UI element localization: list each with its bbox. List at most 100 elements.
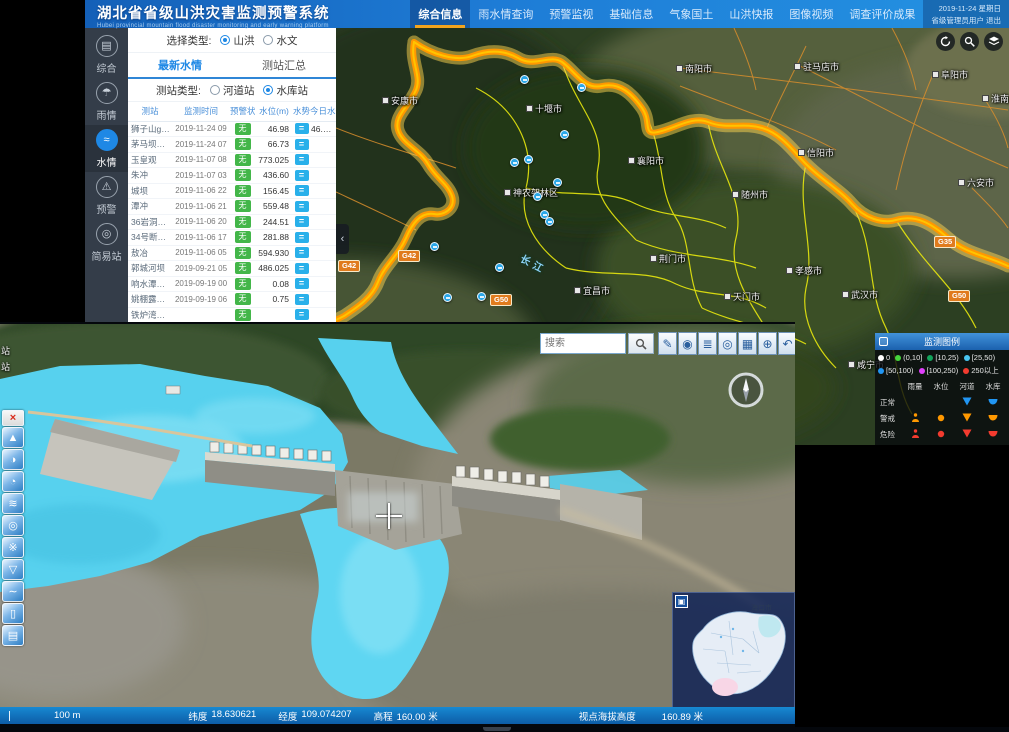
status-cell: 无 (230, 230, 255, 246)
wave-tool-icon[interactable]: ≋ (2, 493, 24, 514)
view-altitude-readout: 视点海拔高度 160.89 米 (579, 709, 703, 723)
profile-tool-icon[interactable]: ▯ (2, 603, 24, 624)
trend-steady-icon: = (295, 154, 309, 165)
table-row[interactable]: 34号断面水位2019-11-06 17无281.88= (128, 230, 336, 246)
close-viewer-button[interactable]: × (2, 410, 24, 426)
splash-tool-icon[interactable]: ※ (2, 537, 24, 558)
list-tool-icon[interactable]: ≣ (698, 332, 717, 355)
legend-header[interactable]: 监测图例 (875, 333, 1009, 350)
nav-item[interactable]: 基础信息 (601, 0, 661, 28)
eye-tool-icon[interactable]: ◎ (718, 332, 737, 355)
table-row[interactable]: 郭城河坝2019-09-21 05无486.025= (128, 261, 336, 277)
layers-icon[interactable] (984, 32, 1003, 51)
table-row[interactable]: 响水潭水库2019-09-19 00无0.08= (128, 276, 336, 292)
table-row[interactable]: 敖冶2019-11-06 05无594.930= (128, 245, 336, 261)
water-station-marker[interactable] (553, 178, 562, 187)
type-filter-option[interactable]: 山洪 (220, 33, 254, 48)
station-name-cell[interactable]: 姚棚露水库 (128, 292, 172, 308)
station-name-cell[interactable]: 朱冲 (128, 168, 172, 184)
viewer-3d-window[interactable]: 站站 ✎◉≣◎▦⊕↶ ×▲◑◔≋◎※▽∼▯▤ (0, 322, 795, 727)
sidebar-item-预警[interactable]: ⚠预警 (85, 172, 128, 219)
table-row[interactable]: 朱冲2019-11-07 03无436.60= (128, 168, 336, 184)
water-station-marker[interactable] (495, 263, 504, 272)
radio-off-icon[interactable] (263, 35, 273, 45)
station-name-cell[interactable]: 玉皇观 (128, 152, 172, 168)
nav-item[interactable]: 图像视频 (781, 0, 841, 28)
sidebar-item-综合[interactable]: ▤综合 (85, 31, 128, 78)
station-filter-option-label: 河道站 (223, 83, 255, 98)
station-name-cell[interactable]: 铁炉湾水库 (128, 307, 172, 323)
draw-chart-tool-icon[interactable]: ✎ (658, 332, 677, 355)
water-station-marker[interactable] (533, 192, 542, 201)
user-box[interactable]: 2019-11-24 星期日 省级管理员用户 退出 (923, 0, 1009, 28)
station-name-cell[interactable]: 郭城河坝 (128, 261, 172, 277)
station-name-cell[interactable]: 敖冶 (128, 245, 172, 261)
sidebar-item-水情[interactable]: ≈水情 (85, 125, 128, 172)
camera-tool-icon[interactable]: ◉ (678, 332, 697, 355)
globe-tool-icon[interactable]: ⊕ (758, 332, 777, 355)
nav-item[interactable]: 预警监视 (541, 0, 601, 28)
compass[interactable] (727, 371, 765, 409)
water-station-marker[interactable] (477, 292, 486, 301)
station-filter-option[interactable]: 河道站 (210, 83, 255, 98)
view-altitude-label: 视点海拔高度 (579, 709, 636, 723)
nav-item[interactable]: 综合信息 (410, 0, 470, 28)
terrain-tool-icon[interactable]: ▲ (2, 427, 24, 448)
station-name-cell[interactable]: 茅马坝测量站 (128, 137, 172, 153)
table-row[interactable]: 姚棚露水库2019-09-19 06无0.75= (128, 292, 336, 308)
radar-tool-icon[interactable]: ◎ (2, 515, 24, 536)
radio-off-icon[interactable] (210, 85, 220, 95)
table-row[interactable]: 玉皇观2019-11-07 08无773.025= (128, 152, 336, 168)
table-row[interactable]: 狮子山gps水位2019-11-24 09无46.98=46.99 (128, 121, 336, 137)
type-filter-option[interactable]: 水文 (263, 33, 297, 48)
reset-view-icon[interactable] (936, 32, 955, 51)
legend-collapse-icon[interactable] (879, 337, 888, 346)
water-station-marker[interactable] (443, 293, 452, 302)
image-tool-icon[interactable]: ▦ (738, 332, 757, 355)
station-name-cell[interactable]: 潭冲 (128, 199, 172, 215)
zoom-search-icon[interactable] (960, 32, 979, 51)
tab-测站汇总[interactable]: 测站汇总 (232, 53, 336, 77)
user-label[interactable]: 省级管理员用户 退出 (931, 15, 1001, 27)
tab-最新水情[interactable]: 最新水情 (128, 53, 232, 77)
sidebar-item-雨情[interactable]: ☂雨情 (85, 78, 128, 125)
nav-item[interactable]: 山洪快报 (721, 0, 781, 28)
water-station-marker[interactable] (520, 75, 529, 84)
radio-on-icon[interactable] (263, 85, 273, 95)
nav-item[interactable]: 雨水情查询 (470, 0, 541, 28)
sidebar-item-简易站[interactable]: ◎简易站 (85, 219, 128, 266)
search-input[interactable] (540, 333, 626, 354)
water-station-marker[interactable] (430, 242, 439, 251)
water-station-marker[interactable] (577, 83, 586, 92)
station-name-cell[interactable]: 响水潭水库 (128, 276, 172, 292)
station-name-cell[interactable]: 狮子山gps水位 (128, 121, 172, 137)
report-tool-icon[interactable]: ▤ (2, 625, 24, 646)
panel-collapse-button[interactable]: ‹ (336, 224, 349, 254)
rotate-tool-icon[interactable]: ◑ (2, 449, 24, 470)
station-name-cell[interactable]: 34号断面水位 (128, 230, 172, 246)
station-filter-option[interactable]: 水库站 (263, 83, 308, 98)
trend-cell: = (293, 230, 310, 246)
water-station-marker[interactable] (524, 155, 533, 164)
flood-tool-icon[interactable]: ▽ (2, 559, 24, 580)
swirl-tool-icon[interactable]: ◔ (2, 471, 24, 492)
water-station-marker[interactable] (545, 217, 554, 226)
water-station-marker[interactable] (510, 158, 519, 167)
nav-item[interactable]: 气象国土 (661, 0, 721, 28)
search-button[interactable] (628, 333, 654, 354)
water-station-marker[interactable] (560, 130, 569, 139)
table-row[interactable]: 潭冲2019-11-06 21无559.48= (128, 199, 336, 215)
flow-tool-icon[interactable]: ∼ (2, 581, 24, 602)
station-name-cell[interactable]: 城坝 (128, 183, 172, 199)
table-row[interactable]: 茅马坝测量站2019-11-24 07无66.73= (128, 137, 336, 153)
table-row[interactable]: 铁炉湾水库无= (128, 307, 336, 323)
minimap-corner-icon[interactable]: ▣ (675, 595, 688, 608)
undo-tool-icon[interactable]: ↶ (778, 332, 795, 355)
radio-on-icon[interactable] (220, 35, 230, 45)
table-row[interactable]: 城坝2019-11-06 22无156.45= (128, 183, 336, 199)
overview-minimap[interactable]: 海口市 ▣ (672, 592, 795, 709)
taskbar-notch[interactable] (483, 727, 511, 731)
station-name-cell[interactable]: 36岩洞水位 (128, 214, 172, 230)
nav-item[interactable]: 调查评价成果 (841, 0, 923, 28)
table-row[interactable]: 36岩洞水位2019-11-06 20无244.51= (128, 214, 336, 230)
